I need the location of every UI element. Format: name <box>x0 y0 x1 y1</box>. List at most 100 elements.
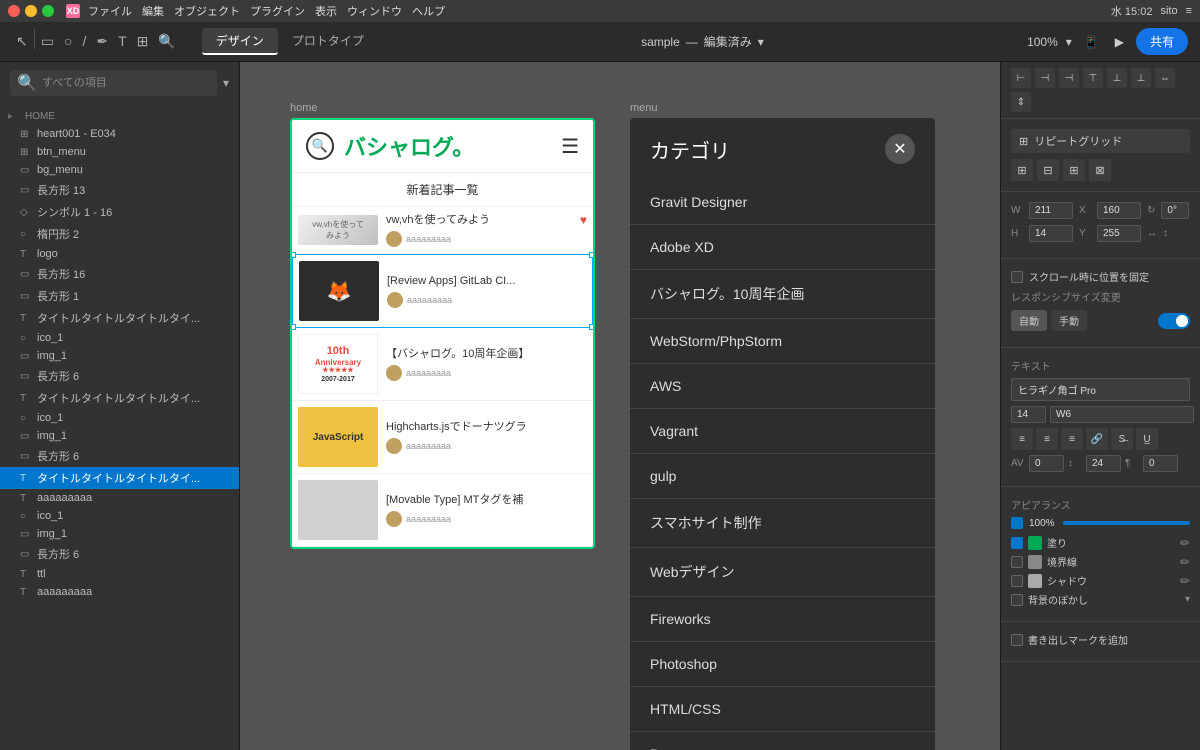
shadow-color-swatch[interactable] <box>1028 574 1042 588</box>
artboard-tool[interactable]: ⊞ <box>133 29 153 54</box>
layer-item-logo[interactable]: T logo <box>0 245 239 263</box>
heart-icon-1[interactable]: ♥ <box>580 213 587 227</box>
layer-item-ico1a[interactable]: ○ ico_1 <box>0 329 239 347</box>
rotate-input[interactable] <box>1161 202 1189 219</box>
letter-spacing-input[interactable] <box>1029 455 1064 472</box>
close-window-btn[interactable] <box>8 5 20 17</box>
border-checkbox[interactable] <box>1011 556 1023 568</box>
opacity-checkbox[interactable] <box>1011 517 1023 529</box>
menu-object[interactable]: オブジェクト <box>174 3 240 19</box>
layer-item-nagakei16[interactable]: ▭ 長方形 16 <box>0 263 239 285</box>
layer-item-bg-menu[interactable]: ▭ bg_menu <box>0 161 239 179</box>
align-center-v-icon[interactable]: ⊥ <box>1107 68 1127 88</box>
layer-group-home[interactable]: ▸ HOME <box>0 108 239 125</box>
layer-item-ico1c[interactable]: ○ ico_1 <box>0 507 239 525</box>
search-input[interactable] <box>42 77 210 89</box>
device-preview-icon[interactable]: 📱 <box>1080 31 1103 53</box>
layer-item-nagakei13[interactable]: ▭ 長方形 13 <box>0 179 239 201</box>
line-tool[interactable]: / <box>78 29 90 54</box>
rectangle-tool[interactable]: ▭ <box>37 29 58 54</box>
blur-expand-icon[interactable]: ▾ <box>1185 594 1190 605</box>
fill-checkbox[interactable] <box>1011 537 1023 549</box>
phone-search-icon[interactable]: 🔍 <box>306 132 334 160</box>
phone-menu-icon[interactable]: ☰ <box>561 134 579 159</box>
share-button[interactable]: 共有 <box>1136 28 1188 55</box>
menu-item-basya[interactable]: バシャログ。10周年企画 <box>630 270 935 319</box>
align-left-icon[interactable]: ⊢ <box>1011 68 1031 88</box>
minimize-window-btn[interactable] <box>25 5 37 17</box>
menu-help[interactable]: ヘルプ <box>412 3 445 19</box>
shadow-checkbox[interactable] <box>1011 575 1023 587</box>
menu-item-sumaho[interactable]: スマホサイト制作 <box>630 499 935 548</box>
pen-tool[interactable]: ✒ <box>92 29 112 54</box>
canvas-area[interactable]: home 🔍 バシャログ。 ☰ 新着記事一覧 vw,vhを使ってみよう vw,v… <box>240 62 1000 750</box>
align-bottom-icon[interactable]: ⊥ <box>1131 68 1151 88</box>
blur-checkbox[interactable] <box>1011 594 1023 606</box>
layer-item-img1c[interactable]: ▭ img_1 <box>0 525 239 543</box>
shadow-edit-icon[interactable]: ✏ <box>1180 574 1190 588</box>
tab-design[interactable]: デザイン <box>202 28 278 55</box>
layer-item-title2[interactable]: T タイトルタイトルタイトルタイ... <box>0 387 239 409</box>
dist-v-icon[interactable]: ⇕ <box>1011 92 1031 112</box>
more-icon[interactable]: ≡ <box>1186 5 1192 17</box>
menu-item-dreamweaver[interactable]: Dreamweaver <box>630 732 935 750</box>
fill-edit-icon[interactable]: ✏ <box>1180 536 1190 550</box>
play-icon[interactable]: ▶ <box>1111 31 1128 53</box>
layer-item-nagakei1[interactable]: ▭ 長方形 1 <box>0 285 239 307</box>
grid-icon-1[interactable]: ⊞ <box>1011 159 1033 181</box>
layer-item-nagakei6b[interactable]: ▭ 長方形 6 <box>0 445 239 467</box>
layer-item-img1b[interactable]: ▭ img_1 <box>0 427 239 445</box>
menu-window[interactable]: ウィンドウ <box>347 3 402 19</box>
layer-item-ttl[interactable]: T ttl <box>0 565 239 583</box>
zoom-tool[interactable]: 🔍 <box>154 29 179 54</box>
ellipse-tool[interactable]: ○ <box>60 29 76 54</box>
h-input[interactable] <box>1029 225 1073 242</box>
font-size-input[interactable] <box>1011 406 1046 423</box>
menu-plugin[interactable]: プラグイン <box>250 3 305 19</box>
y-input[interactable] <box>1097 225 1141 242</box>
grid-icon-2[interactable]: ⊟ <box>1037 159 1059 181</box>
align-text-center-icon[interactable]: ≡ <box>1036 428 1058 450</box>
layer-item-heart001[interactable]: ⊞ heart001 - E034 <box>0 125 239 143</box>
align-text-right-icon[interactable]: ≡ <box>1061 428 1083 450</box>
border-color-swatch[interactable] <box>1028 555 1042 569</box>
fill-color-swatch[interactable] <box>1028 536 1042 550</box>
layer-item-img1a[interactable]: ▭ img_1 <box>0 347 239 365</box>
menu-item-webdesign[interactable]: Webデザイン <box>630 548 935 597</box>
layer-item-btn-menu[interactable]: ⊞ btn_menu <box>0 143 239 161</box>
w-input[interactable] <box>1029 202 1073 219</box>
layer-item-aaaa2[interactable]: T aaaaaaaaa <box>0 583 239 601</box>
opacity-slider[interactable] <box>1063 521 1190 525</box>
align-text-left-icon[interactable]: ≡ <box>1011 428 1033 450</box>
layer-item-title1[interactable]: T タイトルタイトルタイトルタイ... <box>0 307 239 329</box>
layer-item-nagakei6a[interactable]: ▭ 長方形 6 <box>0 365 239 387</box>
responsive-toggle[interactable] <box>1158 313 1190 329</box>
menu-view[interactable]: 表示 <box>315 3 337 19</box>
menu-item-adobexd[interactable]: Adobe XD <box>630 225 935 270</box>
menu-item-vagrant[interactable]: Vagrant <box>630 409 935 454</box>
doc-dropdown-icon[interactable]: ▾ <box>758 35 764 49</box>
align-top-icon[interactable]: ⊤ <box>1083 68 1103 88</box>
menu-item-photoshop[interactable]: Photoshop <box>630 642 935 687</box>
select-tool[interactable]: ↖ <box>12 29 32 54</box>
zoom-dropdown-icon[interactable]: ▾ <box>1066 35 1072 49</box>
menu-item-htmlcss[interactable]: HTML/CSS <box>630 687 935 732</box>
font-weight-input[interactable] <box>1050 406 1194 423</box>
align-center-h-icon[interactable]: ⊣ <box>1035 68 1055 88</box>
maximize-window-btn[interactable] <box>42 5 54 17</box>
close-menu-btn[interactable]: ✕ <box>885 134 915 164</box>
menu-item-gulp[interactable]: gulp <box>630 454 935 499</box>
para-spacing-input[interactable] <box>1143 455 1178 472</box>
export-checkbox[interactable] <box>1011 634 1023 646</box>
menu-item-aws[interactable]: AWS <box>630 364 935 409</box>
link-icon[interactable]: 🔗 <box>1086 428 1108 450</box>
layer-item-daen2[interactable]: ○ 楕円形 2 <box>0 223 239 245</box>
tab-prototype[interactable]: プロトタイプ <box>278 28 378 55</box>
menu-item-fireworks[interactable]: Fireworks <box>630 597 935 642</box>
layer-item-nagakei6c[interactable]: ▭ 長方形 6 <box>0 543 239 565</box>
border-edit-icon[interactable]: ✏ <box>1180 555 1190 569</box>
layer-item-symbol1[interactable]: ◇ シンボル 1 - 16 <box>0 201 239 223</box>
text-tool[interactable]: T <box>114 29 131 54</box>
layer-item-aaaa1[interactable]: T aaaaaaaaa <box>0 489 239 507</box>
strikethrough-icon[interactable]: S̶ <box>1111 428 1133 450</box>
